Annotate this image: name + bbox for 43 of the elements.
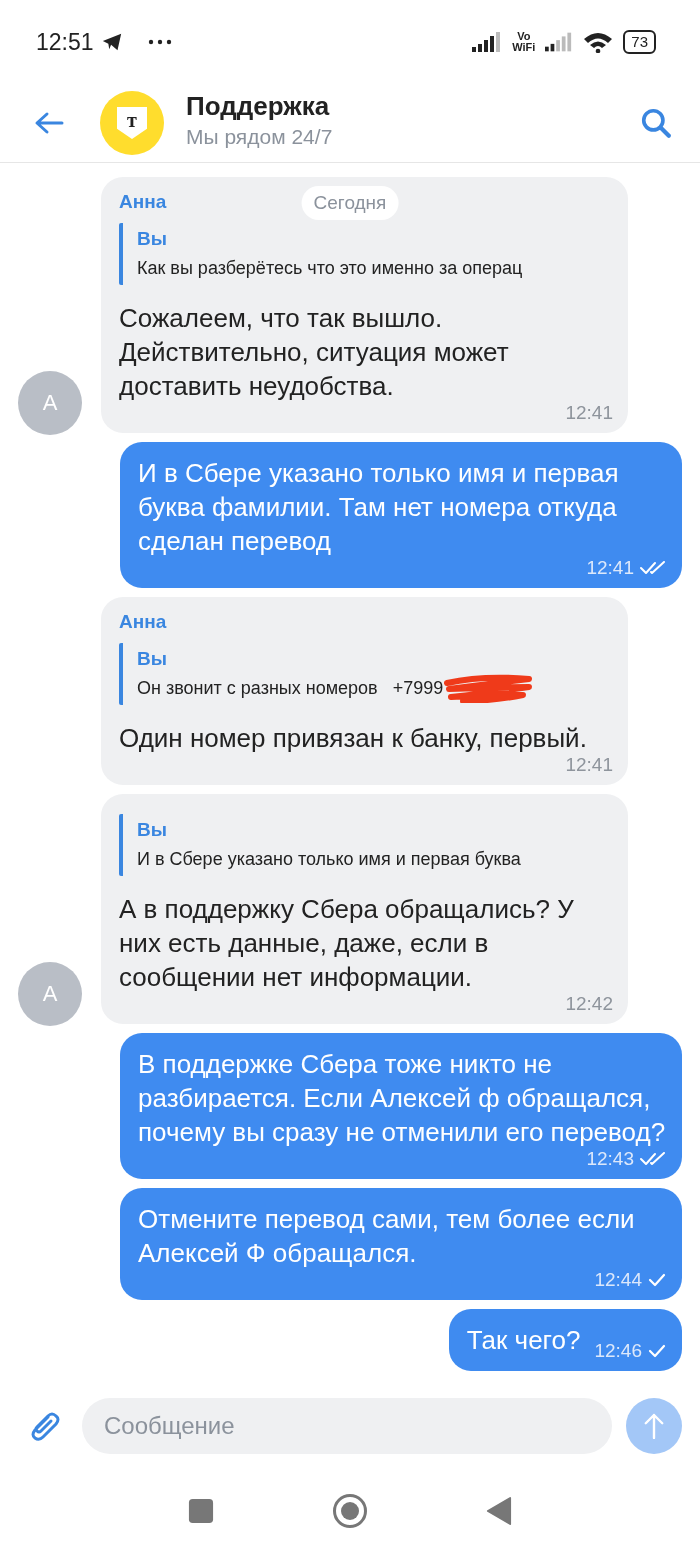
chat-subtitle: Мы рядом 24/7 <box>186 124 334 150</box>
reply-quote[interactable]: Вы И в Сбере указано только имя и первая буква <box>119 814 613 876</box>
reply-quote[interactable]: Вы Как вы разберётесь что это именно за операц <box>119 223 613 285</box>
recents-icon[interactable] <box>188 1498 214 1524</box>
message-text: И в Сбере указано только имя и первая буква фамилии. Там нет номера откуда сделан перевод <box>138 457 620 558</box>
message-text: Сожалеем, что так вышло. Действительно, ситуация может доставить неудобства. <box>119 302 510 403</box>
message-text: Отмените перевод сами, тем более если Алексей Ф обращался. <box>138 1203 636 1270</box>
quote-author: Вы <box>137 227 168 251</box>
signal-icon <box>472 32 503 52</box>
more-icon <box>147 39 172 45</box>
quote-text: И в Сбере указано только имя и первая буква <box>137 848 521 871</box>
search-icon[interactable] <box>640 107 672 139</box>
signal-icon <box>545 32 574 52</box>
bank-logo: т <box>100 91 164 155</box>
quote-author: Вы <box>137 818 168 842</box>
message-text: А в поддержку Сбера обращались? У них есть данные, даже, если в сообщении нет информации. <box>119 893 575 994</box>
vowifi-label: Vo WiFi <box>512 31 536 53</box>
chat-title: Поддержка <box>186 90 331 123</box>
sender-name: Анна <box>119 610 167 634</box>
message-text: Один номер привязан к банку, первый. <box>119 722 587 755</box>
message-time: 12:42 <box>565 994 613 1014</box>
reply-quote[interactable]: Вы Он звонит с разных номеров +7999 <box>119 643 613 705</box>
message-text: В поддержке Сбера тоже никто не разбирается. Если Алексей ф обращался, почему вы сразу не отменили его перевод? <box>138 1048 666 1149</box>
message-input[interactable]: Сообщение <box>82 1398 612 1454</box>
message-time: 12:41 <box>565 755 613 775</box>
sender-name: Анна <box>119 190 167 214</box>
message-time: 12:46 <box>594 1341 642 1361</box>
message-time: 12:44 <box>594 1270 642 1290</box>
wifi-icon <box>583 31 614 53</box>
message-time: 12:41 <box>586 558 634 578</box>
home-icon[interactable] <box>332 1493 368 1529</box>
message-text: Так чего? <box>466 1324 581 1357</box>
quote-text: Как вы разберётесь что это именно за операц <box>137 257 523 280</box>
message-time: 12:43 <box>586 1149 634 1169</box>
quote-author: Вы <box>137 647 168 671</box>
quote-text: Он звонит с разных номеров +7999 <box>137 677 444 700</box>
message-time: 12:41 <box>565 403 613 423</box>
arrow-up-icon <box>643 1412 665 1440</box>
status-time: 12:51 <box>36 28 94 56</box>
back-icon[interactable] <box>486 1496 512 1526</box>
back-arrow-icon[interactable] <box>34 111 64 135</box>
battery-indicator: 73 <box>623 30 656 54</box>
date-chip: Сегодня <box>301 186 399 220</box>
